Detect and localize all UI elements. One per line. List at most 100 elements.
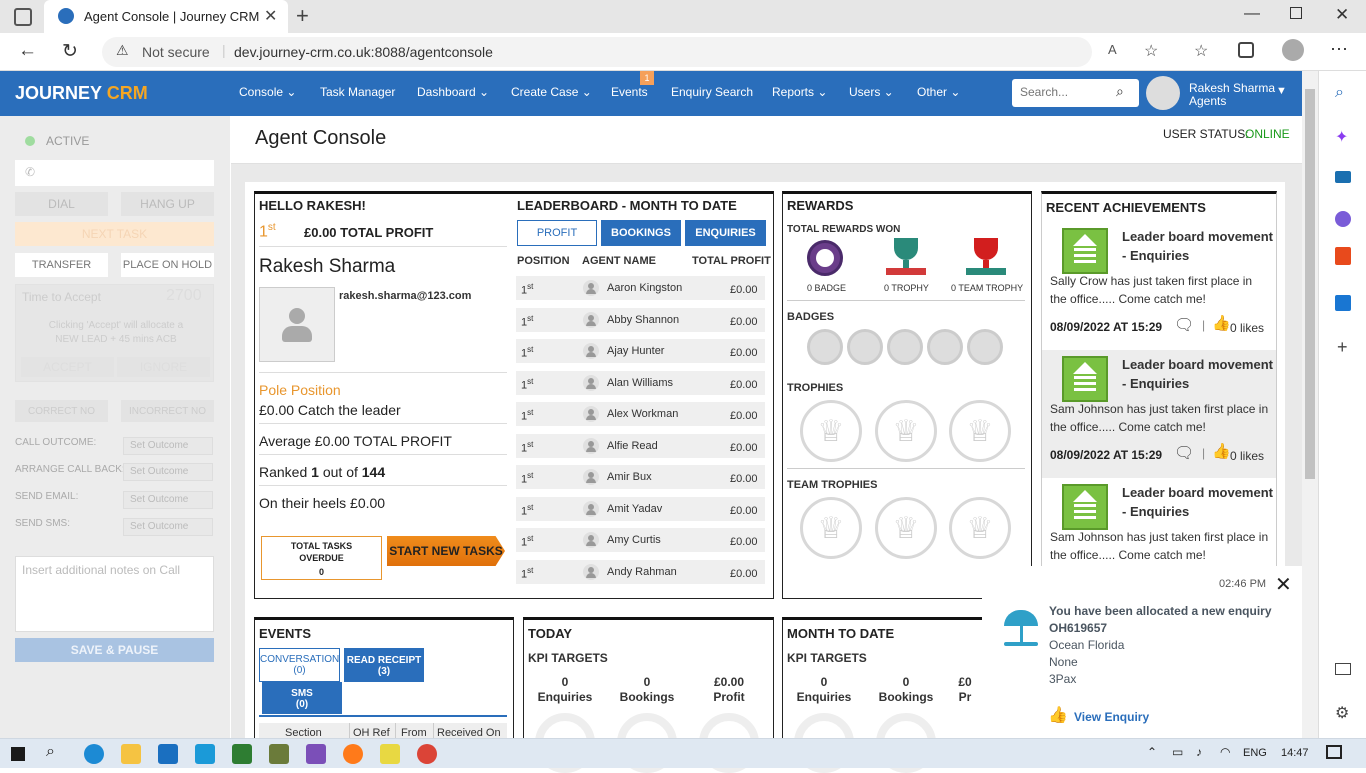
new-tab-icon[interactable]: + <box>296 3 309 29</box>
restore-icon[interactable] <box>1290 7 1302 19</box>
tray-wifi-icon[interactable]: ◠ <box>1220 745 1230 759</box>
save-pause-button[interactable]: SAVE & PAUSE <box>15 638 214 662</box>
browser-tab[interactable]: Agent Console | Journey CRM ✕ <box>44 0 288 33</box>
arrange-call-back-select[interactable]: Set Outcome <box>123 463 213 481</box>
ignore-button[interactable]: IGNORE <box>117 357 210 377</box>
sidebar-outlook-icon[interactable] <box>1335 295 1351 311</box>
avatar[interactable] <box>1146 76 1180 110</box>
nav-create-case[interactable]: Create Case ⌄ <box>511 85 592 99</box>
call-notes-textarea[interactable]: Insert additional notes on Call <box>15 556 214 632</box>
send-sms-select[interactable]: Set Outcome <box>123 518 213 536</box>
conversation-tab[interactable]: CONVERSATION (0) <box>259 648 340 682</box>
back-icon[interactable]: ← <box>18 40 37 62</box>
nav-users[interactable]: Users ⌄ <box>849 85 894 99</box>
sidebar-add-icon[interactable]: + <box>1337 337 1348 358</box>
sidebar-tools-icon[interactable] <box>1335 171 1351 183</box>
nav-events[interactable]: Events <box>611 85 648 99</box>
divider <box>259 246 507 247</box>
outlook-taskbar-icon[interactable] <box>158 744 178 764</box>
logo-text-b: CRM <box>106 83 148 103</box>
tray-clock[interactable]: 14:47 <box>1281 747 1309 759</box>
skype-taskbar-icon[interactable] <box>195 744 215 764</box>
excel-taskbar-icon[interactable] <box>232 744 252 764</box>
like-icon[interactable]: 👍 <box>1212 314 1231 332</box>
sidebar-search-icon[interactable]: ⌕ <box>1335 84 1344 102</box>
nav-console[interactable]: Console ⌄ <box>239 85 296 99</box>
edge-taskbar-icon[interactable] <box>84 744 104 764</box>
nav-task-manager[interactable]: Task Manager <box>320 85 395 99</box>
url-field[interactable]: ⚠ Not secure | dev.journey-crm.co.uk:808… <box>102 37 1117 67</box>
call-outcome-select[interactable]: Set Outcome <box>123 437 213 455</box>
tab-actions-icon[interactable] <box>14 8 32 26</box>
accept-button[interactable]: ACCEPT <box>21 357 114 377</box>
phone-input[interactable]: ✆ <box>15 160 214 186</box>
tab-profit[interactable]: PROFIT <box>517 220 597 246</box>
close-tab-icon[interactable]: ✕ <box>264 6 277 26</box>
scrollbar-thumb[interactable] <box>1305 89 1315 479</box>
tray-volume-icon[interactable]: ♪ <box>1196 745 1202 759</box>
browser-tab-bar: Agent Console | Journey CRM ✕ + — ✕ <box>0 0 1366 33</box>
send-email-select[interactable]: Set Outcome <box>123 491 213 509</box>
more-icon[interactable]: ⋯ <box>1330 39 1348 60</box>
favorites-icon[interactable]: ☆ <box>1194 41 1208 61</box>
hang-up-button[interactable]: HANG UP <box>121 192 214 216</box>
accept-timer: 2700 <box>166 287 202 304</box>
start-new-tasks-button[interactable]: START NEW TASKS <box>387 536 505 566</box>
incorrect-no-button[interactable]: INCORRECT NO <box>121 400 214 422</box>
tool-taskbar-icon[interactable] <box>269 744 289 764</box>
add-favorite-icon[interactable]: ☆ <box>1144 41 1158 61</box>
comment-icon[interactable]: 🗨 <box>1174 315 1194 335</box>
sms-tab[interactable]: SMS (0) <box>262 682 342 714</box>
minimize-icon[interactable]: — <box>1244 5 1260 23</box>
like-icon[interactable]: 👍 <box>1212 442 1231 460</box>
taskbar-search-icon[interactable]: ⌕ <box>46 743 55 761</box>
row-position: 1st <box>521 440 533 455</box>
close-notification-icon[interactable]: ✕ <box>1275 572 1292 597</box>
send-sms-value: Set Outcome <box>130 521 189 532</box>
read-aloud-icon[interactable]: A <box>1108 42 1117 57</box>
row-agent-name: Amit Yadav <box>607 502 663 515</box>
sidebar-hide-icon[interactable] <box>1335 663 1351 675</box>
search-input[interactable] <box>1020 85 1110 99</box>
logo[interactable]: JOURNEY CRM <box>15 83 148 104</box>
sidebar-settings-icon[interactable]: ⚙ <box>1335 703 1349 723</box>
tray-chevron-icon[interactable]: ⌃ <box>1147 745 1157 759</box>
tray-network-icon[interactable]: ▭ <box>1172 745 1183 759</box>
comment-icon[interactable]: 🗨 <box>1174 443 1194 463</box>
user-menu-caret-icon[interactable]: ▼ <box>1276 85 1287 97</box>
transfer-button[interactable]: TRANSFER <box>15 253 108 277</box>
read-receipt-tab[interactable]: READ RECEIPT (3) <box>344 648 424 682</box>
nav-dashboard[interactable]: Dashboard ⌄ <box>417 85 489 99</box>
nav-reports[interactable]: Reports ⌄ <box>772 85 827 99</box>
tab-enquiries[interactable]: ENQUIRIES <box>685 220 766 246</box>
refresh-icon[interactable]: ↻ <box>62 40 78 63</box>
visual-studio-taskbar-icon[interactable] <box>306 744 326 764</box>
profile-icon[interactable] <box>1282 39 1304 61</box>
tray-language[interactable]: ENG <box>1243 747 1267 759</box>
next-task-button[interactable]: NEXT TASK <box>15 222 214 246</box>
place-on-hold-button[interactable]: PLACE ON HOLD <box>121 253 214 277</box>
nav-enquiry-search[interactable]: Enquiry Search <box>671 85 753 99</box>
row-agent-name: Andy Rahman <box>607 565 677 578</box>
search-icon[interactable]: ⌕ <box>1116 83 1124 100</box>
nav-search: ⌕ <box>1012 79 1139 107</box>
firefox-taskbar-icon[interactable] <box>343 744 363 764</box>
chrome-taskbar-icon[interactable] <box>417 744 437 764</box>
sidebar-games-icon[interactable] <box>1335 211 1351 227</box>
notepad-taskbar-icon[interactable] <box>380 744 400 764</box>
nav-other[interactable]: Other ⌄ <box>917 85 960 99</box>
start-icon[interactable] <box>11 747 25 761</box>
dial-button[interactable]: DIAL <box>15 192 108 216</box>
view-enquiry-link[interactable]: View Enquiry <box>1074 710 1149 724</box>
table-row: 1st Amir Bux £0.00 <box>516 465 765 489</box>
explorer-taskbar-icon[interactable] <box>121 744 141 764</box>
correct-no-button[interactable]: CORRECT NO <box>15 400 108 422</box>
page-scrollbar[interactable] <box>1302 71 1318 738</box>
tab-bookings[interactable]: BOOKINGS <box>601 220 681 246</box>
sidebar-sparkle-icon[interactable]: ✦ <box>1335 127 1348 147</box>
close-window-icon[interactable]: ✕ <box>1335 5 1349 25</box>
tasks-overdue-box[interactable]: TOTAL TASKS OVERDUE 0 <box>261 536 382 580</box>
sidebar-office-icon[interactable] <box>1335 247 1351 265</box>
notification-center-icon[interactable] <box>1326 745 1342 759</box>
collections-icon[interactable] <box>1238 42 1254 58</box>
